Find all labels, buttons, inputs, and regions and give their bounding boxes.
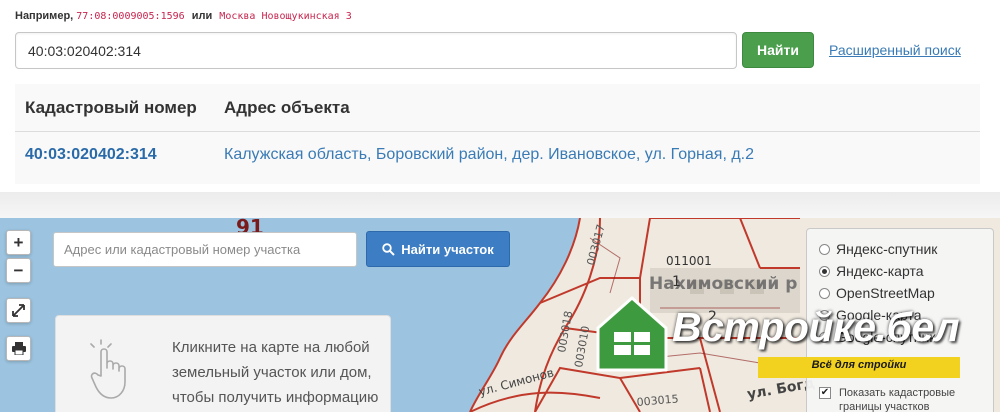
map-address-search-input[interactable] xyxy=(53,232,357,267)
results-header: Кадастровый номер Адрес объекта xyxy=(15,84,980,132)
section-divider xyxy=(0,192,1000,218)
search-panel: Например, 77:08:0009005:1596 или Москва … xyxy=(0,0,1000,200)
show-boundaries-checkbox[interactable]: ✔ xyxy=(819,387,831,399)
find-button[interactable]: Найти xyxy=(742,32,814,68)
radio-button[interactable] xyxy=(819,265,830,277)
printer-icon xyxy=(11,342,26,355)
zoom-out-button[interactable]: − xyxy=(6,258,31,283)
hint-or: или xyxy=(191,10,213,22)
show-boundaries-label: Показать кадастровые границы участков xyxy=(839,387,956,412)
map-label-number: 1 xyxy=(672,274,681,290)
layer-option-openstreetmap[interactable]: OpenStreetMap xyxy=(819,285,935,301)
result-address-link[interactable]: Калужская область, Боровский район, дер.… xyxy=(224,146,754,164)
brand-tagline: Всё для стройки xyxy=(811,359,907,371)
zoom-in-button[interactable]: + xyxy=(6,230,31,255)
fullscreen-button[interactable] xyxy=(6,298,31,323)
map-info-card: Кликните на карте на любой земельный уча… xyxy=(55,315,391,412)
layer-option-label: OpenStreetMap xyxy=(836,285,935,301)
result-cadastral-number-link[interactable]: 40:03:020402:314 xyxy=(25,146,157,164)
cadastral-search-input[interactable] xyxy=(15,32,737,69)
column-header-address: Адрес объекта xyxy=(224,98,350,117)
brand-house-logo-icon xyxy=(596,296,668,372)
map-info-text: Кликните на карте на любой земельный уча… xyxy=(172,339,379,406)
expand-icon xyxy=(12,304,25,317)
search-icon xyxy=(382,242,395,256)
results-table: Кадастровый номер Адрес объекта 40:03:02… xyxy=(15,84,980,184)
table-row[interactable]: 40:03:020402:314 Калужская область, Боро… xyxy=(15,132,980,180)
layer-option-yandex-satellite[interactable]: Яндекс-спутник xyxy=(819,241,937,257)
layer-option-yandex-map[interactable]: Яндекс-карта xyxy=(819,263,923,279)
radio-button[interactable] xyxy=(819,287,830,299)
map-label-plot: 011001 xyxy=(666,254,712,268)
brand-name: Встройке.бел xyxy=(672,304,960,350)
pointer-hand-icon xyxy=(90,339,126,399)
layer-option-label: Яндекс-спутник xyxy=(836,241,938,257)
print-button[interactable] xyxy=(6,336,31,361)
radio-button[interactable] xyxy=(819,243,830,255)
hint-label: Например, xyxy=(15,10,74,22)
advanced-search-link[interactable]: Расширенный поиск xyxy=(829,42,961,58)
layer-option-label: Яндекс-карта xyxy=(836,263,924,279)
find-plot-label: Найти участок xyxy=(401,241,494,257)
column-header-cadastral-number: Кадастровый номер xyxy=(25,98,197,117)
search-hint: Например, 77:08:0009005:1596 или Москва … xyxy=(15,10,352,22)
find-plot-button[interactable]: Найти участок xyxy=(366,231,510,267)
hint-example-cadastral: 77:08:0009005:1596 xyxy=(76,11,185,22)
hint-example-address: Москва Новощукинская 3 xyxy=(219,11,352,22)
